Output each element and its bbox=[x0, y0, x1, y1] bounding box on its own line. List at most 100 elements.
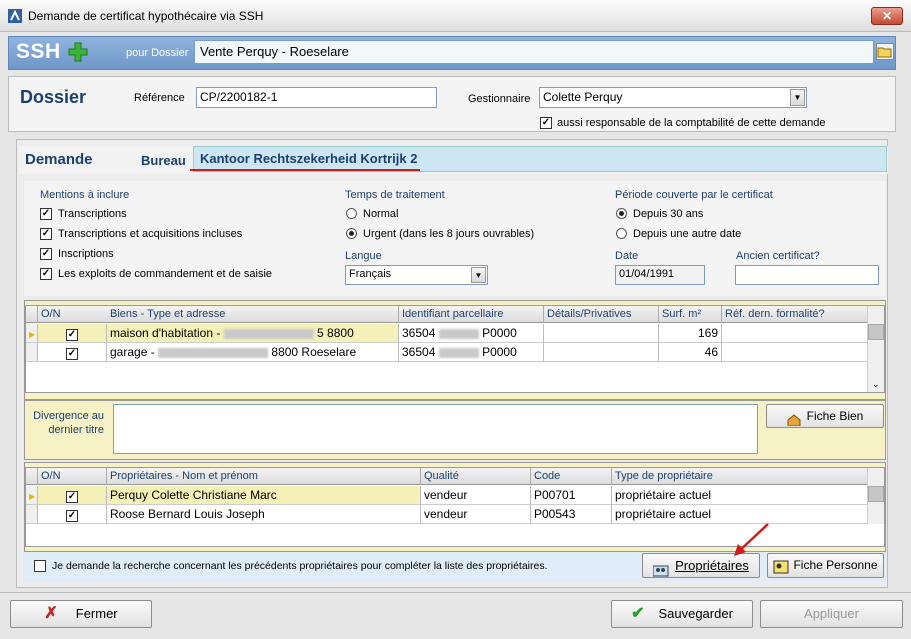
reference-input[interactable]: CP/2200182-1 bbox=[196, 87, 437, 108]
person-card-icon bbox=[773, 559, 789, 574]
mention-label: Transcriptions et acquisitions incluses bbox=[58, 228, 243, 240]
radio-urgent[interactable] bbox=[346, 228, 357, 239]
bien-id: 36504 P0000 bbox=[399, 324, 544, 343]
divergence-label-line: Divergence au bbox=[33, 410, 104, 422]
radio-30-ans[interactable] bbox=[616, 208, 627, 219]
radio-label: Depuis une autre date bbox=[633, 228, 742, 240]
dossier-heading: Dossier bbox=[20, 87, 87, 107]
chevron-down-icon[interactable]: ▼ bbox=[790, 89, 805, 106]
col-header[interactable]: Propriétaires - Nom et prénom bbox=[107, 468, 421, 485]
plus-icon bbox=[68, 42, 88, 62]
bien-address: garage - 8800 Roeselare bbox=[107, 343, 399, 362]
recherche-label: Je demande la recherche concernant les p… bbox=[52, 560, 548, 572]
dossier-field[interactable]: Vente Perquy - Roeselare bbox=[194, 40, 874, 64]
divergence-textarea[interactable] bbox=[113, 404, 758, 454]
id-suffix: P0000 bbox=[482, 326, 517, 340]
bien-ref bbox=[722, 343, 869, 362]
row-checkbox[interactable]: ✓ bbox=[38, 324, 107, 343]
biens-grid: O/N Biens - Type et adresse Identifiant … bbox=[25, 305, 885, 393]
title-bar: Demande de certificat hypothécaire via S… bbox=[0, 0, 911, 32]
radio-label: Normal bbox=[363, 208, 399, 220]
radio-label: Depuis 30 ans bbox=[633, 208, 704, 220]
sauvegarder-label: Sauvegarder bbox=[658, 606, 733, 621]
recherche-checkbox[interactable] bbox=[34, 560, 46, 572]
col-header[interactable]: Réf. dern. formalité? bbox=[722, 306, 869, 323]
bien-surf: 46 bbox=[659, 343, 722, 362]
reference-label: Référence bbox=[134, 92, 185, 104]
fermer-button[interactable]: ✗ Fermer bbox=[10, 600, 152, 628]
mentions-title: Mentions à inclure bbox=[40, 189, 130, 201]
radio-autre-date[interactable] bbox=[616, 228, 627, 239]
scroll-thumb[interactable] bbox=[868, 324, 884, 340]
proprietaire-type: propriétaire actuel bbox=[612, 486, 869, 505]
fiche-bien-button[interactable]: Fiche Bien bbox=[766, 404, 884, 428]
fiche-personne-button[interactable]: Fiche Personne bbox=[767, 553, 884, 578]
demande-heading: Demande bbox=[25, 151, 93, 168]
col-header[interactable]: Code bbox=[531, 468, 612, 485]
row-checkbox[interactable]: ✓ bbox=[38, 505, 107, 524]
mention-checkbox[interactable]: ✓ bbox=[40, 248, 52, 260]
footer-divider bbox=[0, 592, 911, 593]
bien-type: garage bbox=[110, 345, 148, 359]
mention-checkbox[interactable]: ✓ bbox=[40, 228, 52, 240]
proprietaire-nom: Perquy Colette Christiane Marc bbox=[107, 486, 421, 505]
proprietaire-qualite: vendeur bbox=[421, 505, 531, 524]
row-checkbox[interactable]: ✓ bbox=[38, 486, 107, 505]
proprietaires-scrollbar[interactable] bbox=[867, 468, 884, 524]
mention-checkbox[interactable]: ✓ bbox=[40, 208, 52, 220]
house-icon bbox=[787, 411, 801, 427]
langue-select[interactable]: Français ▼ bbox=[345, 265, 488, 285]
divergence-label-line: dernier titre bbox=[48, 424, 104, 436]
scroll-down-icon[interactable]: ⌄ bbox=[872, 379, 880, 390]
fermer-label: Fermer bbox=[75, 606, 118, 621]
chevron-down-icon[interactable]: ▼ bbox=[471, 267, 486, 283]
mention-label: Inscriptions bbox=[58, 248, 114, 260]
mention-label: Transcriptions bbox=[58, 208, 127, 220]
close-button[interactable]: ✕ bbox=[871, 7, 903, 25]
redacted bbox=[438, 328, 479, 339]
radio-normal[interactable] bbox=[346, 208, 357, 219]
grid-corner bbox=[26, 306, 38, 323]
scroll-thumb[interactable] bbox=[868, 486, 884, 502]
responsable-checkbox[interactable]: ✓ bbox=[540, 117, 552, 129]
check-icon: ✔ bbox=[631, 605, 645, 622]
date-input[interactable]: 01/04/1991 bbox=[615, 265, 705, 285]
langue-value: Français bbox=[349, 268, 392, 280]
col-header[interactable]: Identifiant parcellaire bbox=[399, 306, 544, 323]
bien-addr-suffix: 8800 Roeselare bbox=[271, 345, 357, 359]
col-header[interactable]: Surf. m² bbox=[659, 306, 722, 323]
gestionnaire-label: Gestionnaire bbox=[468, 93, 531, 105]
divergence-label: Divergence au dernier titre bbox=[32, 409, 104, 437]
proprietaires-label: Propriétaires bbox=[675, 558, 749, 573]
bien-addr-suffix: 5 8800 bbox=[317, 326, 354, 340]
biens-scrollbar[interactable]: ⌄ bbox=[867, 306, 884, 392]
col-header[interactable]: Type de propriétaire bbox=[612, 468, 869, 485]
appliquer-button[interactable]: Appliquer bbox=[760, 600, 903, 628]
bureau-label: Bureau bbox=[141, 153, 186, 168]
window-title: Demande de certificat hypothécaire via S… bbox=[28, 9, 264, 23]
brand-logo: SSH bbox=[16, 40, 61, 63]
bien-address: maison d'habitation - 5 8800 bbox=[107, 324, 399, 343]
fiche-personne-label: Fiche Personne bbox=[793, 558, 878, 572]
id-prefix: 36504 bbox=[402, 326, 436, 340]
langue-label: Langue bbox=[345, 250, 382, 262]
proprietaire-nom: Roose Bernard Louis Joseph bbox=[107, 505, 421, 524]
people-icon bbox=[652, 561, 669, 577]
redacted bbox=[158, 347, 269, 358]
sauvegarder-button[interactable]: ✔ Sauvegarder bbox=[611, 600, 753, 628]
col-header[interactable]: Détails/Privatives bbox=[544, 306, 659, 323]
radio-label: Urgent (dans les 8 jours ouvrables) bbox=[363, 228, 535, 240]
col-header[interactable]: Qualité bbox=[421, 468, 531, 485]
responsable-label: aussi responsable de la comptabilité de … bbox=[557, 117, 826, 129]
id-suffix: P0000 bbox=[482, 345, 517, 359]
mention-checkbox[interactable]: ✓ bbox=[40, 268, 52, 280]
red-arrow-annotation bbox=[734, 523, 769, 556]
bien-type: maison d'habitation bbox=[110, 326, 214, 340]
ancien-input[interactable] bbox=[735, 265, 879, 285]
col-header[interactable]: Biens - Type et adresse bbox=[107, 306, 399, 323]
col-header[interactable]: O/N bbox=[38, 468, 107, 485]
gestionnaire-select[interactable]: Colette Perquy ▼ bbox=[539, 87, 807, 108]
row-checkbox[interactable]: ✓ bbox=[38, 343, 107, 362]
open-folder-button[interactable] bbox=[876, 43, 894, 60]
periode-title: Période couverte par le certificat bbox=[615, 189, 773, 201]
